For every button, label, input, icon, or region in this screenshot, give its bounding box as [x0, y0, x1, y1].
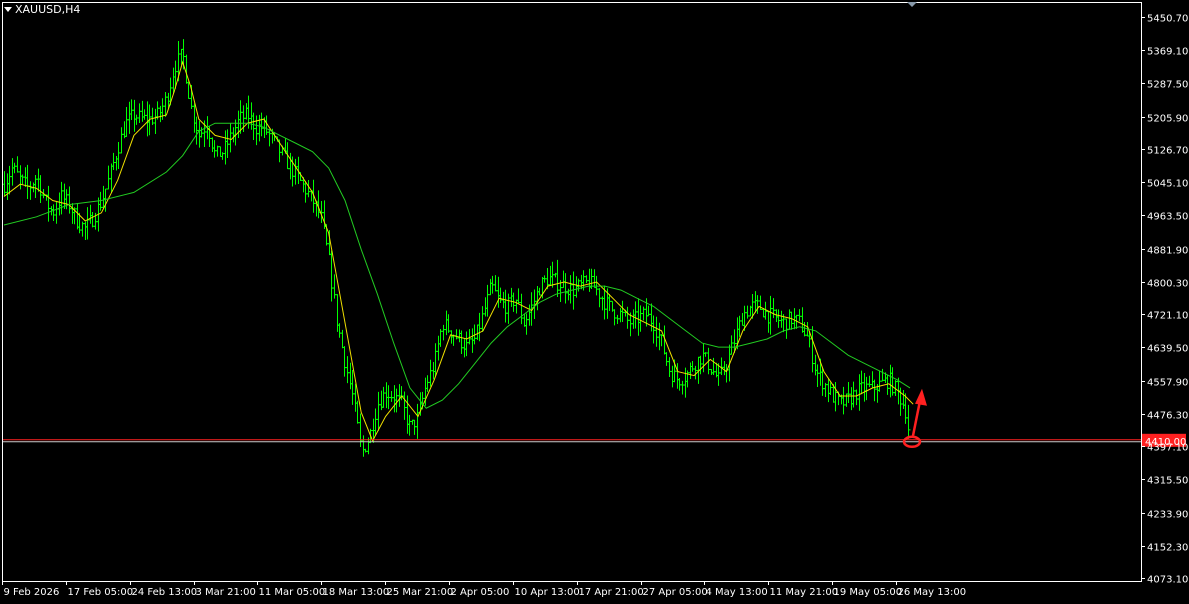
x-tick-label: 11 Mar 05:00: [259, 587, 326, 598]
x-tick-label: 27 Apr 05:00: [643, 587, 708, 598]
x-tick-label: 17 Feb 05:00: [68, 587, 134, 598]
price-chart[interactable]: 4410.00 5450.705369.105287.505205.905126…: [0, 0, 1189, 600]
y-tick-label: 5205.90: [1147, 114, 1188, 125]
x-tick-label: 17 Apr 21:00: [579, 587, 644, 598]
y-tick-label: 5126.70: [1147, 146, 1188, 157]
y-tick-label: 4233.90: [1147, 510, 1188, 521]
y-tick-label: 4557.90: [1147, 378, 1188, 389]
x-tick-label: 10 Apr 13:00: [515, 587, 580, 598]
y-tick-label: 5450.70: [1147, 14, 1188, 25]
x-tick-label: 11 May 21:00: [770, 587, 839, 598]
y-tick-label: 4397.10: [1147, 443, 1188, 454]
y-tick-label: 4963.50: [1147, 212, 1188, 223]
y-tick-label: 4476.30: [1147, 411, 1188, 422]
symbol-title[interactable]: XAUUSD,H4: [4, 3, 80, 16]
x-tick-label: 9 Feb 2026: [4, 587, 60, 598]
x-tick-label: 26 May 13:00: [898, 587, 967, 598]
x-tick-label: 24 Feb 13:00: [132, 587, 198, 598]
symbol-label: XAUUSD,H4: [15, 3, 81, 16]
y-tick-label: 5369.10: [1147, 47, 1188, 58]
y-tick-label: 4721.10: [1147, 311, 1188, 322]
y-tick-label: 4315.50: [1147, 476, 1188, 487]
x-tick-label: 18 Mar 13:00: [323, 587, 390, 598]
x-tick-label: 3 Mar 21:00: [196, 587, 256, 598]
x-tick-label: 19 May 05:00: [834, 587, 903, 598]
dropdown-triangle-icon[interactable]: [4, 7, 12, 12]
x-tick-label: 25 Mar 21:00: [387, 587, 454, 598]
y-tick-label: 5287.50: [1147, 80, 1188, 91]
y-tick-label: 4639.50: [1147, 344, 1188, 355]
y-tick-label: 4800.30: [1147, 279, 1188, 290]
y-tick-label: 4152.30: [1147, 543, 1188, 554]
x-tick-label: 4 May 13:00: [706, 587, 768, 598]
y-tick-label: 4881.90: [1147, 246, 1188, 257]
y-tick-label: 4073.10: [1147, 575, 1188, 586]
y-tick-label: 5045.10: [1147, 179, 1188, 190]
chart-area[interactable]: 4410.00 5450.70 5369.10 5287.50 5205.90 5126…: [0, 0, 1189, 600]
x-tick-label: 2 Apr 05:00: [451, 587, 510, 598]
